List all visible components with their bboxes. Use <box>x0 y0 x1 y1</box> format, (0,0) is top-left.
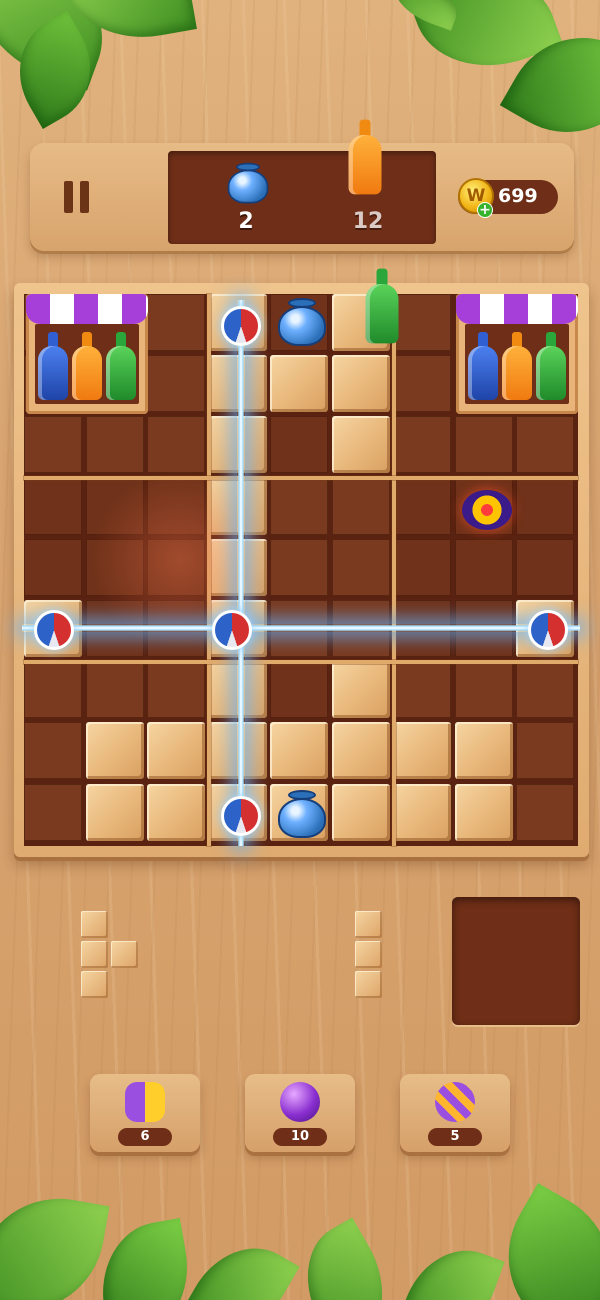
bomb-booster-button[interactable]: 10 <box>245 1074 355 1152</box>
orange-bottle-icon <box>502 332 532 400</box>
green-bottle-icon <box>106 332 136 400</box>
goal-panel: 2 12 <box>168 119 436 244</box>
wood-block <box>270 722 328 780</box>
magnet-icon <box>221 306 261 346</box>
board-cell[interactable] <box>454 661 513 719</box>
magnet-icon <box>221 796 261 836</box>
board-cell[interactable] <box>393 477 451 535</box>
pause-button[interactable] <box>64 181 90 213</box>
board-cell[interactable] <box>393 355 451 413</box>
blue-pot-icon <box>276 298 328 348</box>
board-cell[interactable] <box>393 538 451 596</box>
booster-count: 5 <box>428 1128 482 1146</box>
board-cell[interactable] <box>516 722 574 780</box>
board-divider <box>392 294 396 846</box>
awning <box>456 294 578 324</box>
board-cell[interactable] <box>454 538 513 596</box>
magnet-icon <box>34 610 74 650</box>
board-cell[interactable] <box>147 416 205 474</box>
board-cell[interactable] <box>24 661 82 719</box>
green-bottle-icon <box>365 268 399 344</box>
board-cell[interactable] <box>516 416 574 474</box>
board-cell[interactable] <box>270 416 328 474</box>
board-divider <box>24 660 578 664</box>
pot-goal-count: 2 <box>238 209 254 234</box>
wood-block <box>393 783 451 841</box>
wood-block <box>85 783 144 841</box>
board-cell[interactable] <box>85 477 144 535</box>
board-cell[interactable] <box>147 477 205 535</box>
magnet-icon <box>528 610 568 650</box>
wood-block <box>331 783 390 841</box>
board-cell[interactable] <box>24 416 82 474</box>
bottle-goal-count: 12 <box>352 209 384 234</box>
purple-bomb-icon <box>280 1082 320 1122</box>
wood-block <box>331 355 390 413</box>
board-cell[interactable] <box>454 416 513 474</box>
board-cell[interactable] <box>147 294 205 351</box>
wood-block <box>147 783 205 841</box>
empty-piece-slot[interactable] <box>452 897 580 1025</box>
board-cell[interactable] <box>516 477 574 535</box>
bottle-shop-right <box>456 294 578 414</box>
board-cell[interactable] <box>331 538 390 596</box>
orange-bottle-icon <box>72 332 102 400</box>
wood-block <box>454 722 513 780</box>
board-cell[interactable] <box>147 538 205 596</box>
wood-block <box>454 783 513 841</box>
wood-block <box>85 722 144 780</box>
board-cell[interactable] <box>24 538 82 596</box>
board-cell[interactable] <box>147 355 205 413</box>
swap-arrows-icon <box>125 1082 165 1122</box>
wood-block <box>147 722 205 780</box>
bottle-shop-left <box>26 294 148 414</box>
awning <box>26 294 148 324</box>
board-cell[interactable] <box>393 661 451 719</box>
wood-block <box>270 355 328 413</box>
board-cell[interactable] <box>24 722 82 780</box>
blue-bottle-icon <box>38 332 68 400</box>
board-cell[interactable] <box>516 661 574 719</box>
board-cell[interactable] <box>331 477 390 535</box>
board-cell[interactable] <box>270 661 328 719</box>
board-cell[interactable] <box>270 538 328 596</box>
cracked-blue-pot-icon <box>276 790 328 840</box>
board-cell[interactable] <box>393 294 451 351</box>
board-cell[interactable] <box>85 538 144 596</box>
board-cell[interactable] <box>516 538 574 596</box>
coin-value: 699 <box>498 185 538 207</box>
wood-block <box>331 416 390 474</box>
add-coins-button[interactable]: + <box>477 202 493 218</box>
board-cell[interactable] <box>24 783 82 841</box>
board-cell[interactable] <box>516 783 574 841</box>
orange-bottle-icon <box>348 119 382 195</box>
booster-count: 10 <box>273 1128 327 1146</box>
board-cell[interactable] <box>147 661 205 719</box>
swap-booster-button[interactable]: 6 <box>90 1074 200 1152</box>
board-divider <box>207 294 211 846</box>
booster-count: 6 <box>118 1128 172 1146</box>
green-bottle-icon <box>536 332 566 400</box>
board-divider <box>24 476 578 480</box>
wood-block <box>393 722 451 780</box>
board-cell[interactable] <box>24 477 82 535</box>
blue-bottle-icon <box>468 332 498 400</box>
board-cell[interactable] <box>270 477 328 535</box>
ball-booster-button[interactable]: 5 <box>400 1074 510 1152</box>
vertical-lightning-beam <box>237 300 245 846</box>
board-cell[interactable] <box>85 416 144 474</box>
magnet-icon <box>212 610 252 650</box>
blue-pot-icon <box>226 162 270 206</box>
board-cell[interactable] <box>85 661 144 719</box>
board-cell[interactable] <box>393 416 451 474</box>
horizontal-lightning-beam <box>22 624 580 632</box>
wood-block <box>331 661 390 719</box>
striped-ball-icon <box>435 1082 475 1122</box>
spinner-bomb-icon <box>462 490 512 530</box>
wood-block <box>331 722 390 780</box>
